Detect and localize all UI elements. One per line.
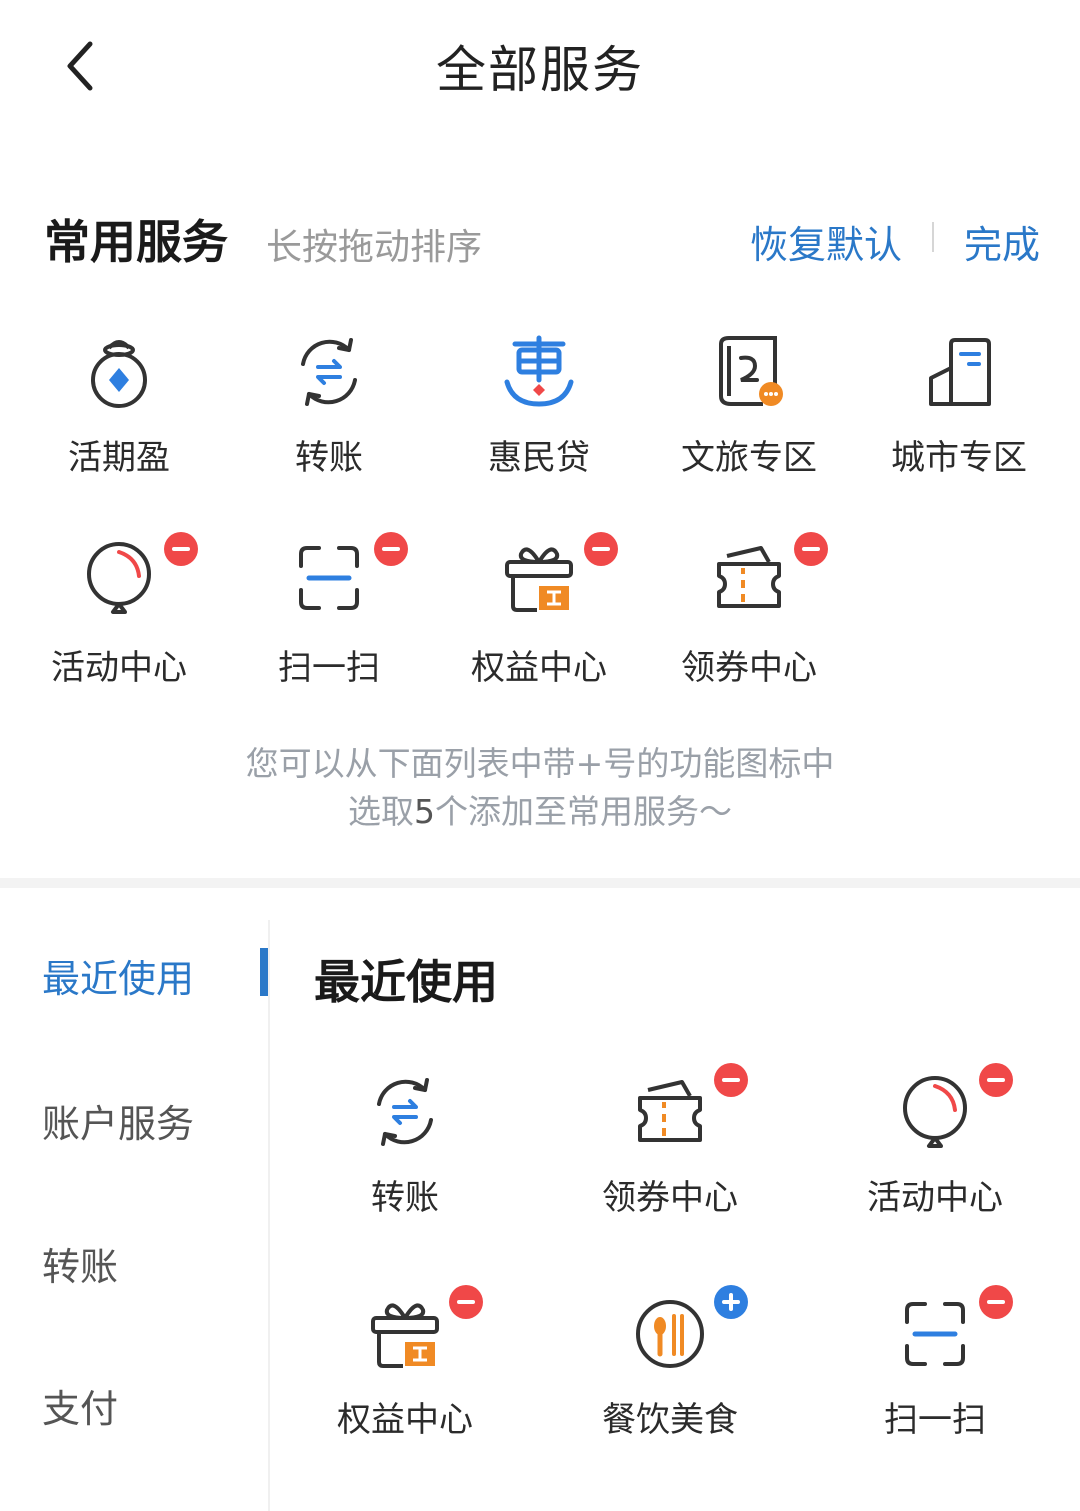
money-bag-icon [91, 340, 147, 408]
coupon-icon [638, 1080, 702, 1142]
recent-item-transfer[interactable]: 转账 [300, 1074, 510, 1244]
item-label: 领券中心 [681, 648, 817, 688]
add-tip: 您可以从下面列表中带+号的功能图标中 选取5个添加至常用服务～ [0, 740, 1080, 836]
recent-item-dining[interactable]: 餐饮美食 [565, 1285, 775, 1466]
remove-badge[interactable] [979, 1285, 1013, 1319]
favorites-title: 常用服务 [44, 215, 228, 269]
tip-suffix: 个添加至常用服务～ [435, 792, 732, 831]
item-label: 转账 [371, 1178, 439, 1218]
tip-count: 5 [414, 792, 435, 831]
item-label: 转账 [295, 438, 363, 478]
item-label: 领券中心 [602, 1178, 738, 1218]
remove-badge[interactable] [979, 1063, 1013, 1097]
add-badge[interactable] [714, 1285, 748, 1319]
divider [932, 222, 934, 252]
favorites-header: 常用服务 长按拖动排序 恢复默认 完成 [44, 206, 1040, 269]
remove-badge[interactable] [794, 532, 828, 566]
transfer-icon [301, 338, 357, 406]
top-bar: 全部服务 [0, 0, 1080, 135]
gift-box-icon [505, 547, 573, 612]
balloon-icon [87, 542, 151, 614]
hui-loan-icon [504, 335, 574, 407]
transfer-icon [377, 1078, 433, 1146]
scan-icon [299, 546, 359, 610]
active-indicator [260, 948, 268, 996]
tip-prefix: 选取 [348, 792, 414, 831]
recent-item-coupon-center[interactable]: 领券中心 [565, 1063, 775, 1244]
coupon-icon [717, 546, 781, 608]
remove-badge[interactable] [584, 532, 618, 566]
favorite-item-culture-travel[interactable]: 文旅专区 [644, 334, 854, 504]
sidebar-item-transfer[interactable]: 转账 [42, 1236, 118, 1291]
favorite-item-city[interactable]: 城市专区 [854, 334, 1064, 504]
done-button[interactable]: 完成 [964, 214, 1040, 269]
city-building-icon [929, 338, 991, 406]
item-label: 权益中心 [471, 648, 607, 688]
favorite-item-scan[interactable]: 扫一扫 [224, 532, 434, 710]
item-label: 惠民贷 [488, 438, 590, 478]
recent-section-title: 最近使用 [314, 955, 498, 1009]
favorite-item-activity-center[interactable]: 活动中心 [14, 532, 224, 710]
item-label: 文旅专区 [681, 438, 817, 478]
gift-box-icon [371, 1303, 439, 1368]
balloon-icon [903, 1076, 967, 1148]
remove-badge[interactable] [449, 1285, 483, 1319]
remove-badge[interactable] [374, 532, 408, 566]
sidebar-item-recent[interactable]: 最近使用 [42, 948, 194, 1003]
sidebar-divider [268, 920, 270, 1511]
favorite-item-huoqiying[interactable]: 活期盈 [14, 334, 224, 504]
culture-travel-icon [719, 336, 783, 406]
item-label: 权益中心 [337, 1400, 473, 1440]
item-label: 城市专区 [891, 438, 1027, 478]
sidebar-item-account-services[interactable]: 账户服务 [42, 1093, 194, 1148]
favorite-item-transfer[interactable]: 转账 [224, 334, 434, 504]
recent-item-rights-center[interactable]: 权益中心 [300, 1285, 510, 1466]
section-separator [0, 878, 1080, 888]
page-title: 全部服务 [436, 41, 644, 99]
recent-item-activity-center[interactable]: 活动中心 [830, 1063, 1040, 1244]
tip-line-2: 选取5个添加至常用服务～ [0, 788, 1080, 836]
sidebar-item-payment[interactable]: 支付 [42, 1378, 118, 1433]
favorite-item-coupon-center[interactable]: 领券中心 [644, 532, 854, 710]
item-label: 活动中心 [51, 648, 187, 688]
dining-icon [636, 1300, 704, 1368]
tip-line-1: 您可以从下面列表中带+号的功能图标中 [245, 744, 835, 783]
remove-badge[interactable] [164, 532, 198, 566]
favorite-item-huiminloan[interactable]: 惠民贷 [434, 334, 644, 504]
item-label: 餐饮美食 [602, 1400, 738, 1440]
item-label: 扫一扫 [884, 1400, 986, 1440]
scan-icon [905, 1302, 965, 1366]
item-label: 活期盈 [68, 438, 170, 478]
restore-default-button[interactable]: 恢复默认 [750, 214, 902, 269]
favorites-hint: 长按拖动排序 [266, 227, 483, 268]
favorite-item-rights-center[interactable]: 权益中心 [434, 532, 644, 710]
item-label: 扫一扫 [278, 648, 380, 688]
remove-badge[interactable] [714, 1063, 748, 1097]
item-label: 活动中心 [867, 1178, 1003, 1218]
recent-item-scan[interactable]: 扫一扫 [830, 1285, 1040, 1466]
